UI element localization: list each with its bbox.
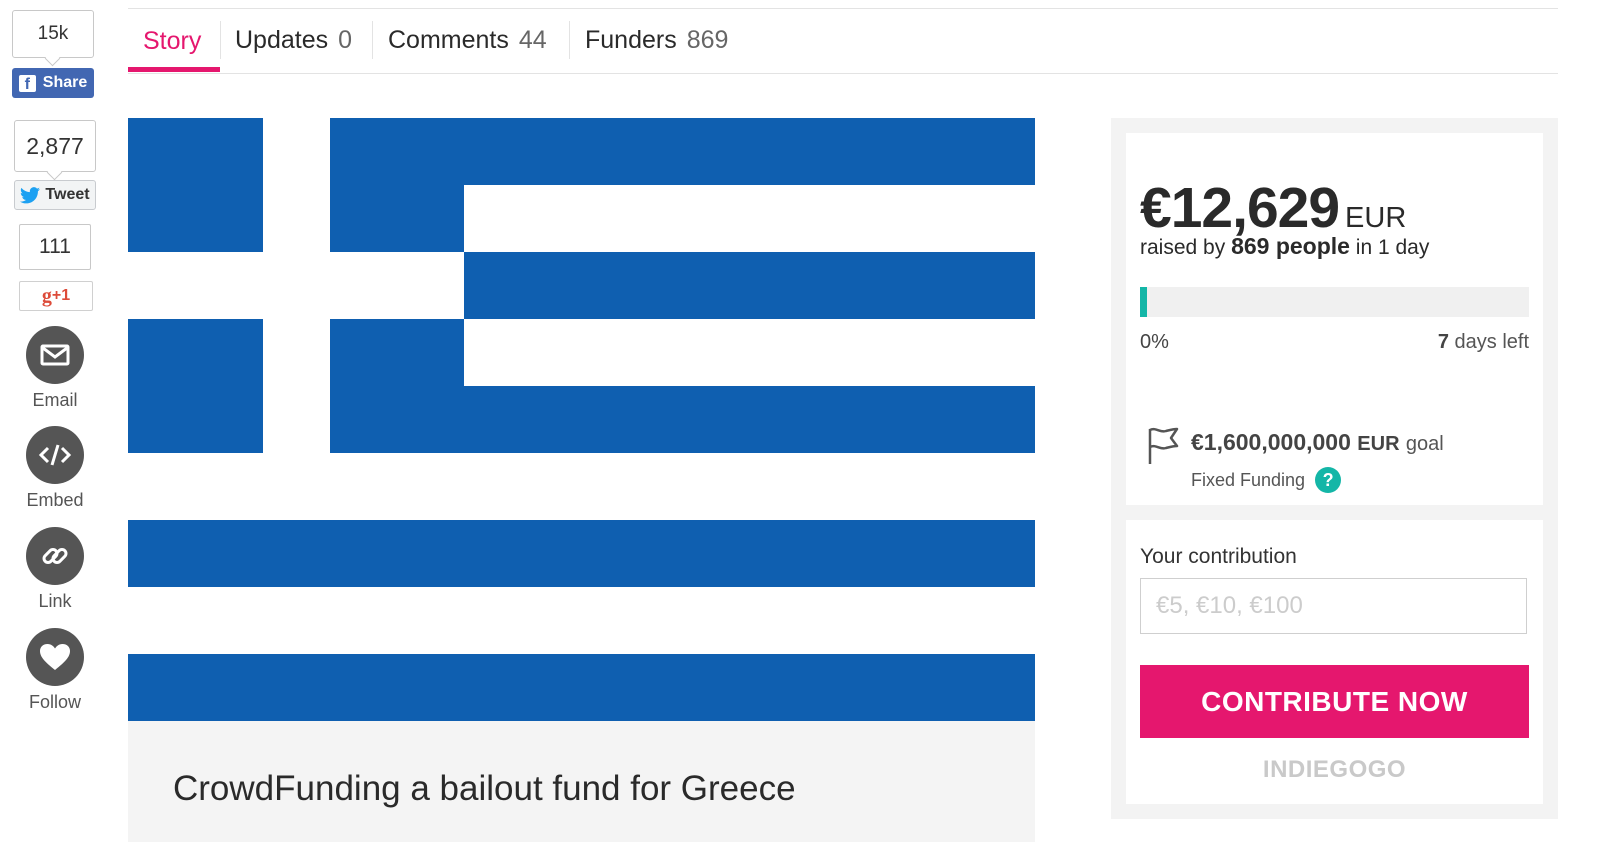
tab-story[interactable]: Story — [128, 9, 220, 72]
link-button[interactable]: Link — [10, 527, 100, 612]
raised-suffix: in 1 day — [1355, 236, 1430, 259]
contribute-now-button[interactable]: CONTRIBUTE NOW — [1140, 665, 1529, 738]
tab-funders[interactable]: Funders 869 — [570, 9, 743, 72]
funding-progress-fill — [1140, 287, 1147, 317]
indiegogo-logo: INDIEGOGO — [1262, 756, 1407, 783]
goal-currency: EUR — [1357, 433, 1400, 455]
goal-flag-icon — [1148, 427, 1179, 464]
facebook-share-label: Share — [42, 74, 88, 91]
funding-type-label: Fixed Funding — [1191, 469, 1306, 490]
goal-label: goal — [1405, 433, 1444, 455]
email-share-button[interactable]: Email — [10, 326, 100, 411]
amount-raised-value: €12,629 — [1140, 176, 1340, 240]
link-circle — [26, 527, 84, 585]
campaign-tabs: Story Updates 0 Comments 44 Funders 869 — [128, 9, 1558, 74]
google-plus-one-label: +1 — [51, 287, 71, 304]
days-left: 7 days left — [1438, 331, 1529, 354]
help-question-icon[interactable]: ? — [1315, 467, 1342, 493]
embed-circle — [26, 426, 84, 484]
contribution-amount-input[interactable] — [1140, 578, 1527, 634]
tab-updates-count: 0 — [338, 26, 353, 54]
google-g-icon: g — [41, 284, 52, 307]
embed-label: Embed — [26, 490, 84, 510]
follow-circle — [26, 628, 84, 686]
funding-percent: 0% — [1140, 331, 1169, 353]
facebook-share-button[interactable]: f Share — [12, 68, 94, 98]
tab-funders-count: 869 — [686, 26, 729, 54]
tab-comments[interactable]: Comments 44 — [373, 9, 562, 72]
follow-label: Follow — [28, 692, 81, 712]
tab-story-label: Story — [143, 27, 202, 55]
tab-comments-count: 44 — [518, 26, 547, 54]
campaign-hero-image — [128, 118, 1035, 721]
google-plus-one-button[interactable]: g +1 — [19, 281, 93, 311]
amount-raised: €12,629 EUR — [1140, 175, 1406, 241]
funding-sidebar: €12,629 EUR raised by 869 people in 1 day… — [1111, 118, 1558, 819]
raised-people: 869 people — [1231, 233, 1350, 259]
google-plus-count: 111 — [19, 224, 91, 270]
twitter-bird-icon — [20, 186, 41, 203]
tab-comments-label: Comments — [388, 26, 509, 54]
amount-currency: EUR — [1345, 202, 1407, 234]
funding-goal: €1,600,000,000 EUR goal — [1191, 429, 1444, 456]
follow-button[interactable]: Follow — [10, 628, 100, 713]
funding-summary-card: €12,629 EUR raised by 869 people in 1 day… — [1126, 133, 1543, 505]
tab-updates[interactable]: Updates 0 — [220, 9, 367, 72]
funding-progress-bar — [1140, 287, 1529, 317]
facebook-share-count: 15k — [12, 10, 94, 58]
email-label: Email — [32, 390, 78, 410]
link-icon — [42, 548, 68, 564]
tweet-count: 2,877 — [14, 120, 96, 172]
goal-amount: €1,600,000,000 — [1191, 429, 1351, 455]
campaign-title-bar: CrowdFunding a bailout fund for Greece — [128, 721, 1035, 842]
raised-prefix: raised by — [1140, 236, 1226, 259]
envelope-icon — [40, 344, 70, 366]
tweet-label: Tweet — [45, 186, 90, 203]
contribution-card: Your contribution CONTRIBUTE NOW INDIEGO… — [1126, 520, 1543, 804]
facebook-icon: f — [18, 74, 36, 92]
days-left-label: days left — [1454, 331, 1529, 353]
link-label: Link — [38, 591, 72, 611]
days-left-number: 7 — [1437, 331, 1449, 353]
embed-button[interactable]: Embed — [10, 426, 100, 511]
campaign-title: CrowdFunding a bailout fund for Greece — [173, 769, 796, 808]
contribution-label: Your contribution — [1140, 545, 1297, 568]
email-circle — [26, 326, 84, 384]
raised-by-line: raised by 869 people in 1 day — [1140, 233, 1429, 260]
tab-updates-label: Updates — [235, 26, 329, 54]
tweet-button[interactable]: Tweet — [14, 180, 96, 210]
code-icon — [38, 444, 72, 466]
heart-icon — [40, 644, 70, 670]
funding-type: Fixed Funding ? — [1191, 467, 1342, 493]
tab-funders-label: Funders — [585, 26, 677, 54]
